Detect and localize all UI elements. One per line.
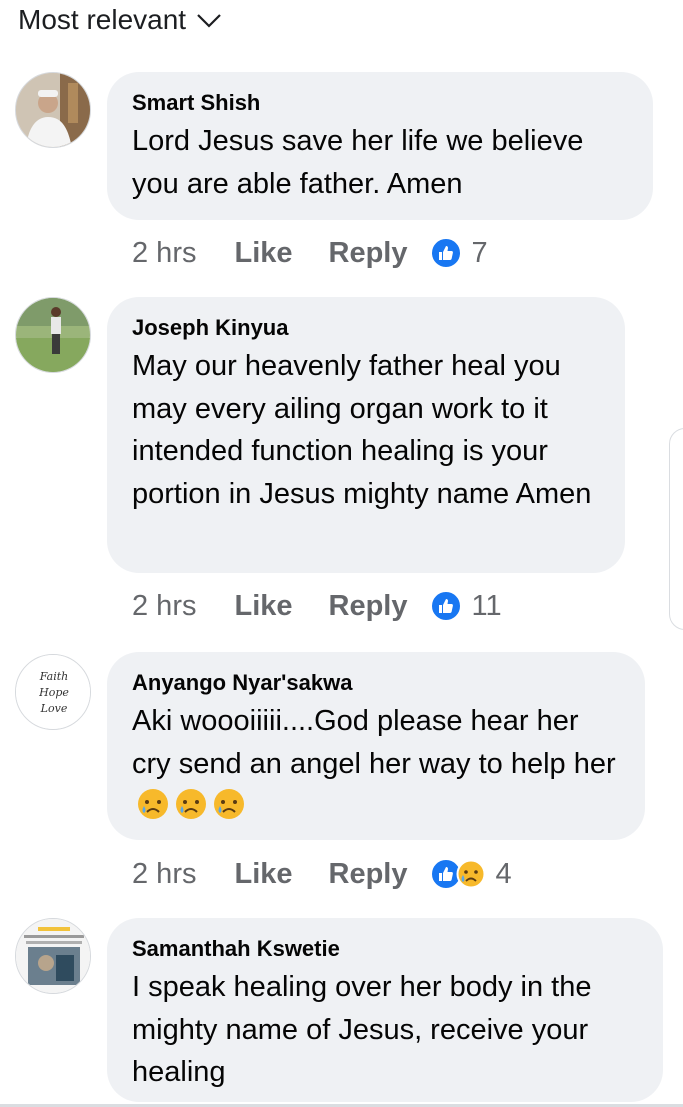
avatar-faith-hope-love-image: Faith Hope Love (16, 655, 90, 729)
sad-tear-emoji-icon (214, 789, 244, 819)
comment-actions: 2 hrs Like Reply 11 (132, 586, 502, 626)
avatar[interactable] (15, 72, 91, 148)
sort-label: Most relevant (18, 4, 187, 35)
comment-timestamp[interactable]: 2 hrs (132, 237, 196, 270)
thumbs-up-icon (429, 590, 462, 622)
comment-timestamp[interactable]: 2 hrs (132, 858, 196, 891)
comment-author[interactable]: Anyango Nyar'sakwa (132, 670, 621, 696)
sad-emoji-row (132, 789, 246, 822)
reply-button[interactable]: Reply (329, 858, 408, 891)
like-button[interactable]: Like (234, 858, 292, 891)
comment-text: Lord Jesus save her life we believe you … (132, 125, 584, 200)
svg-text:Love: Love (40, 702, 68, 715)
comment-bubble[interactable]: Anyango Nyar'sakwa Aki woooiiiii....God … (107, 652, 645, 840)
like-button[interactable]: Like (234, 590, 292, 623)
reaction-count[interactable]: 11 (472, 590, 502, 623)
comment-author[interactable]: Joseph Kinyua (132, 315, 601, 341)
avatar[interactable] (15, 297, 91, 373)
like-button[interactable]: Like (234, 237, 292, 270)
sad-tear-emoji-icon (138, 789, 168, 819)
sort-dropdown[interactable]: Most relevant (18, 2, 222, 38)
reply-button[interactable]: Reply (329, 237, 408, 270)
reactions[interactable] (429, 590, 462, 622)
chevron-down-icon (197, 14, 221, 28)
comment-actions: 2 hrs Like Reply 7 (132, 233, 488, 273)
comment-actions: 2 hrs Like Reply 4 (132, 854, 512, 894)
side-panel-tab[interactable] (669, 428, 683, 630)
comment-text: I speak healing over her body in the mig… (132, 971, 592, 1088)
sad-reaction-icon (456, 859, 485, 889)
avatar[interactable]: Faith Hope Love (15, 654, 91, 730)
svg-text:Faith: Faith (39, 670, 68, 683)
comment-bubble[interactable]: Samanthah Kswetie I speak healing over h… (107, 918, 663, 1102)
comment-timestamp[interactable]: 2 hrs (132, 590, 196, 623)
sad-tear-emoji-icon (176, 789, 206, 819)
reaction-count[interactable]: 7 (472, 237, 488, 270)
svg-text:Hope: Hope (38, 686, 69, 699)
comment-text: Aki woooiiiii....God please hear her cry… (132, 700, 621, 828)
comment-bubble[interactable]: Joseph Kinyua May our heavenly father he… (107, 297, 625, 573)
reaction-count[interactable]: 4 (496, 858, 512, 891)
reactions[interactable] (429, 237, 462, 269)
thumbs-up-icon (429, 237, 462, 269)
reply-button[interactable]: Reply (329, 590, 408, 623)
comment-text: May our heavenly father heal you may eve… (132, 350, 592, 510)
avatar[interactable] (15, 918, 91, 994)
comment-author[interactable]: Samanthah Kswetie (132, 936, 639, 962)
comment-bubble[interactable]: Smart Shish Lord Jesus save her life we … (107, 72, 653, 220)
reactions[interactable] (429, 858, 486, 890)
comment-author[interactable]: Smart Shish (132, 90, 629, 116)
comment-text-body: Aki woooiiiii....God please hear her cry… (132, 705, 616, 780)
